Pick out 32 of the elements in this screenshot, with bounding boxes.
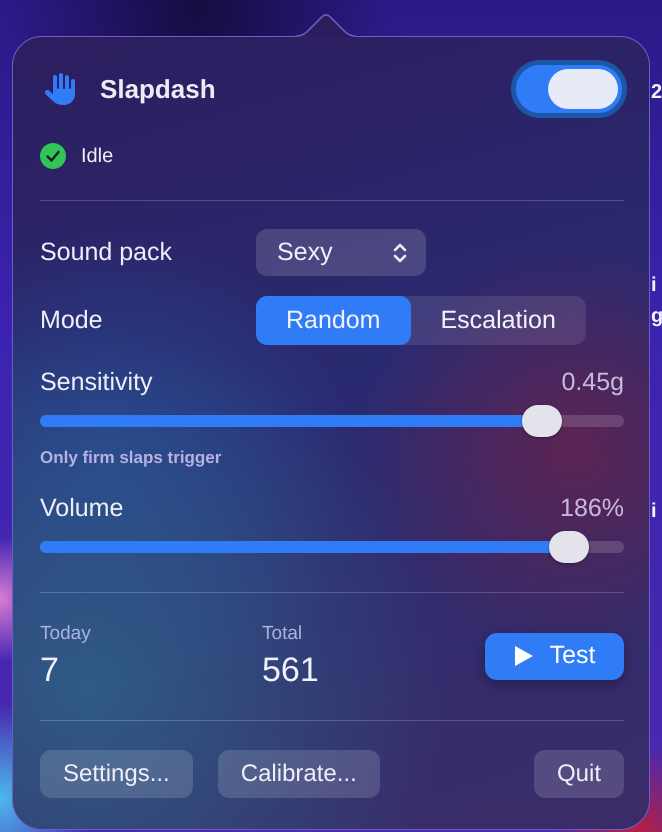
stat-value: 7 [40,651,60,689]
sound-pack-popup[interactable]: Sexy [256,229,426,276]
slider-hint: Only firm slaps trigger [40,447,222,469]
background-text-fragment: i [651,273,657,297]
test-button[interactable]: Test [485,632,624,680]
stat-value: 561 [262,651,320,689]
slider-thumb[interactable] [522,405,562,437]
slider-label: Sensitivity [40,370,153,394]
slider-reading: 0.45g [561,370,624,394]
popover-pointer [296,14,356,37]
mode-segment[interactable]: Escalation [410,296,586,345]
play-icon [514,645,534,667]
stat-label: Total [262,623,304,645]
slider-reading: 186% [560,496,624,520]
background-text-fragment: i [651,499,657,523]
app-title: Slapdash [100,76,216,102]
stat-label: Today [40,623,92,645]
background-text-fragment: g [651,304,662,328]
slider-track[interactable] [40,405,624,437]
slider-thumb[interactable] [548,531,589,563]
footer-button[interactable]: Quit [534,750,624,798]
footer-button[interactable]: Calibrate... [218,750,380,798]
footer-button[interactable]: Settings... [40,750,193,798]
setting-label: Mode [40,308,104,333]
raised-hand-icon [45,70,77,108]
check-circle-icon [40,143,66,169]
slider-track[interactable] [40,531,624,563]
mode-segment[interactable]: Random [256,296,410,345]
slider-label: Volume [40,496,124,520]
status-label: Idle [81,146,114,166]
background-text-fragment: 2 [651,80,662,104]
setting-label: Sound pack [40,240,174,265]
